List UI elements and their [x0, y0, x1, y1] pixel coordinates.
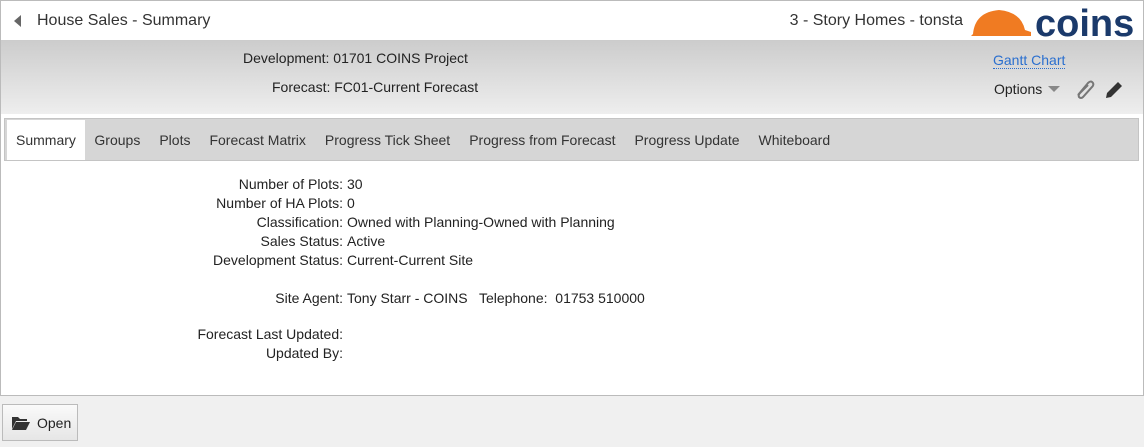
open-button[interactable]: Open — [2, 404, 78, 441]
sales-status-value: Active — [347, 233, 386, 249]
development-value: 01701 COINS Project — [333, 50, 468, 66]
coins-logo: coins — [969, 4, 1137, 40]
coins-wordmark: coins — [1035, 4, 1134, 40]
classification-value: Owned with Planning-Owned with Planning — [347, 214, 615, 230]
site-agent-value: Tony Starr - COINS Telephone: 01753 5100… — [347, 290, 645, 306]
tab-groups[interactable]: Groups — [85, 120, 150, 160]
pencil-icon[interactable] — [1102, 79, 1126, 99]
classification-label: Classification: — [256, 214, 343, 230]
tab-progress-tick-sheet[interactable]: Progress Tick Sheet — [315, 120, 459, 160]
tab-plots[interactable]: Plots — [150, 120, 200, 160]
development-label: Development: — [243, 50, 330, 66]
ha-plots-label: Number of HA Plots: — [216, 195, 343, 211]
development-status-label: Development Status: — [213, 252, 343, 268]
forecast-last-updated-label: Forecast Last Updated: — [197, 326, 343, 342]
back-arrow-icon[interactable] — [14, 15, 21, 27]
paperclip-icon[interactable] — [1072, 79, 1096, 99]
page-title: House Sales - Summary — [37, 12, 211, 29]
open-label: Open — [37, 414, 72, 431]
hard-hat-icon — [971, 10, 1031, 36]
tab-progress-update[interactable]: Progress Update — [625, 120, 749, 160]
gantt-chart-link[interactable]: Gantt Chart — [993, 52, 1066, 69]
tab-summary[interactable]: Summary — [7, 119, 85, 160]
header-panel: Development: 01701 COINS Project Forecas… — [1, 40, 1143, 114]
tab-progress-from-forecast[interactable]: Progress from Forecast — [460, 120, 625, 160]
tab-bar: Summary Groups Plots Forecast Matrix Pro… — [4, 118, 1139, 161]
updated-by-label: Updated By: — [265, 345, 343, 361]
ha-plots-value: 0 — [347, 195, 355, 211]
title-bar: House Sales - Summary 3 - Story Homes - … — [1, 1, 1143, 41]
svg-text:coins: coins — [1035, 4, 1134, 40]
forecast-label: Forecast: — [272, 79, 331, 95]
tab-whiteboard[interactable]: Whiteboard — [749, 120, 840, 160]
plots-label: Number of Plots: — [238, 176, 343, 192]
site-agent-label: Site Agent: — [275, 290, 343, 306]
plots-value: 30 — [347, 176, 363, 192]
footer-bar: Open — [0, 396, 1144, 447]
chevron-down-icon — [1048, 86, 1061, 92]
options-label[interactable]: Options — [994, 81, 1042, 97]
sales-status-label: Sales Status: — [260, 233, 344, 249]
options-menu[interactable]: Options — [994, 79, 1126, 99]
user-info: 3 - Story Homes - tonsta — [789, 12, 963, 29]
forecast-value: FC01-Current Forecast — [334, 79, 479, 95]
development-status-value: Current-Current Site — [347, 252, 474, 268]
tab-forecast-matrix[interactable]: Forecast Matrix — [200, 120, 315, 160]
folder-open-icon — [12, 416, 30, 430]
